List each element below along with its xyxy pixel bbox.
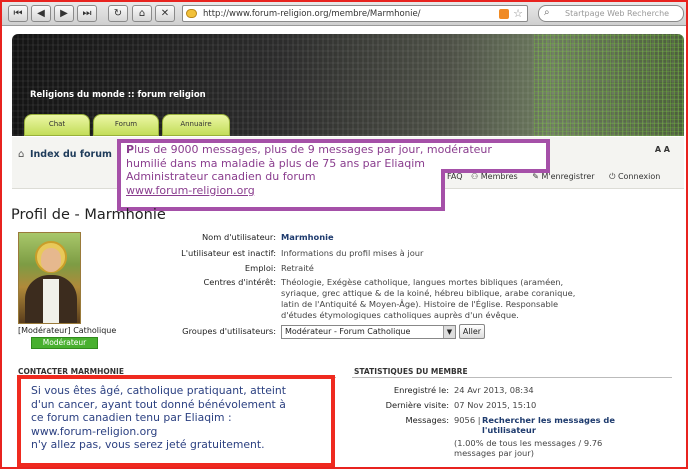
- interests-line-2: syriaque, grec attique & de la koiné, hé…: [281, 288, 576, 298]
- last-visit-label: Dernière visite:: [385, 400, 449, 410]
- avatar: [18, 232, 81, 324]
- search-placeholder[interactable]: Startpage Web Recherche: [565, 9, 669, 18]
- stats-divider: [352, 377, 672, 378]
- purple-site-link[interactable]: www.forum-religion.org: [126, 184, 551, 198]
- tab-chat[interactable]: Chat: [24, 114, 90, 136]
- tab-forum[interactable]: Forum: [93, 114, 159, 136]
- red-line-3: ce forum canadien tenu par Eliaqim :: [31, 411, 232, 424]
- purple-annotation-text: Plus de 9000 messages, plus de 9 message…: [126, 143, 551, 197]
- messages-count: 9056 |: [454, 415, 481, 425]
- messages-label: Messages:: [405, 415, 449, 425]
- url-bar[interactable]: http://www.forum-religion.org/membre/Mar…: [182, 5, 528, 22]
- go-button[interactable]: Aller: [459, 324, 485, 339]
- avatar-face: [41, 248, 61, 272]
- inactive-label: L'utilisateur est inactif:: [181, 248, 276, 258]
- login-link-label[interactable]: Connexion: [618, 172, 660, 181]
- red-annotation-text: Si vous êtes âgé, catholique pratiquant,…: [31, 384, 331, 452]
- forum-home-icon[interactable]: ⌂: [18, 149, 24, 160]
- group-select-value[interactable]: Modérateur - Forum Catholique: [285, 327, 410, 336]
- skip-forward-icon[interactable]: ⏭: [77, 5, 97, 22]
- reload-icon[interactable]: ↻: [108, 5, 128, 22]
- groups-label: Groupes d'utilisateurs:: [182, 326, 276, 336]
- chevron-down-icon[interactable]: ▼: [443, 326, 455, 338]
- red-line-2: d'un cancer, ayant tout donné bénévoleme…: [31, 397, 286, 411]
- home-icon[interactable]: ⌂: [132, 5, 152, 22]
- site-title[interactable]: Religions du monde :: forum religion: [30, 90, 206, 100]
- purple-annotation-box: Plus de 9000 messages, plus de 9 message…: [117, 139, 550, 211]
- purple-line-2: humilié dans ma maladie à plus de 75 ans…: [126, 156, 425, 170]
- red-annotation-box: Si vous êtes âgé, catholique pratiquant,…: [17, 375, 335, 467]
- red-line-1: Si vous êtes âgé, catholique pratiquant,…: [31, 384, 286, 397]
- messages-note: (1.00% de tous les messages / 9.76 messa…: [454, 438, 603, 458]
- purple-line-3: Administrateur canadien du forum: [126, 170, 316, 183]
- group-select[interactable]: Modérateur - Forum Catholique ▼: [281, 325, 456, 339]
- font-size-toggle[interactable]: A A: [655, 145, 670, 154]
- interests-label: Centres d'intérêt:: [203, 277, 276, 287]
- last-visit-value: 07 Nov 2015, 15:10: [454, 400, 537, 410]
- registered-label: Enregistré le:: [393, 385, 449, 395]
- page-title: Profil de - Marmhonie: [11, 207, 166, 223]
- arrow-left-icon[interactable]: ◀: [31, 5, 51, 22]
- arrow-right-icon[interactable]: ▶: [54, 5, 74, 22]
- star-icon[interactable]: ☆: [513, 7, 523, 20]
- search-icon[interactable]: ⌕: [544, 7, 550, 18]
- messages-separator: |: [477, 415, 481, 425]
- avatar-caption: [Modérateur] Catholique: [18, 326, 117, 335]
- inactive-value: Informations du profil mises à jour: [281, 248, 424, 258]
- purple-line-1: Plus de 9000 messages, plus de 9 message…: [126, 143, 551, 157]
- tab-annuaire[interactable]: Annuaire: [162, 114, 230, 136]
- interests-line-3: latin de l'Antiquité & Moyen-Âge). Histo…: [281, 299, 559, 309]
- username-label: Nom d'utilisateur:: [201, 232, 276, 242]
- registered-value: 24 Avr 2013, 08:34: [454, 385, 534, 395]
- search-box[interactable]: ⌕ Startpage Web Recherche: [538, 5, 684, 22]
- avatar-robe-front: [43, 279, 59, 323]
- index-link[interactable]: Index du forum: [30, 149, 112, 160]
- browser-toolbar: ⏮ ◀ ▶ ⏭ ↻ ⌂ ✕ http://www.forum-religion.…: [2, 2, 686, 26]
- job-value: Retraité: [281, 263, 314, 273]
- stop-icon[interactable]: ✕: [155, 5, 175, 22]
- skip-back-icon[interactable]: ⏮: [8, 5, 28, 22]
- interests-line-1: Théologie, Exégèse catholique, langues m…: [281, 277, 564, 287]
- search-messages-link[interactable]: Rechercher les messages de l'utilisateur: [482, 415, 662, 435]
- role-badge: Modérateur: [31, 337, 98, 349]
- purple-line-1-rest: lus de 9000 messages, plus de 9 messages…: [134, 143, 492, 156]
- stats-heading: STATISTIQUES DU MEMBRE: [354, 367, 468, 376]
- red-line-5: n'y allez pas, vous serez jeté gratuitem…: [31, 438, 265, 451]
- rss-icon[interactable]: [499, 9, 509, 19]
- messages-count-value: 9056: [454, 415, 476, 425]
- site-favicon-icon: [186, 9, 197, 18]
- job-label: Emploi:: [244, 263, 276, 273]
- username-value: Marmhonie: [281, 232, 334, 242]
- interests-line-4: d'études étymologiques catholiques auprè…: [281, 310, 519, 320]
- login-link[interactable]: ⏻ Connexion: [609, 172, 666, 181]
- purple-first-letter: P: [126, 143, 135, 156]
- url-text[interactable]: http://www.forum-religion.org/membre/Mar…: [203, 9, 421, 19]
- banner-pattern: [534, 34, 684, 136]
- red-line-4: www.forum-religion.org: [31, 424, 158, 438]
